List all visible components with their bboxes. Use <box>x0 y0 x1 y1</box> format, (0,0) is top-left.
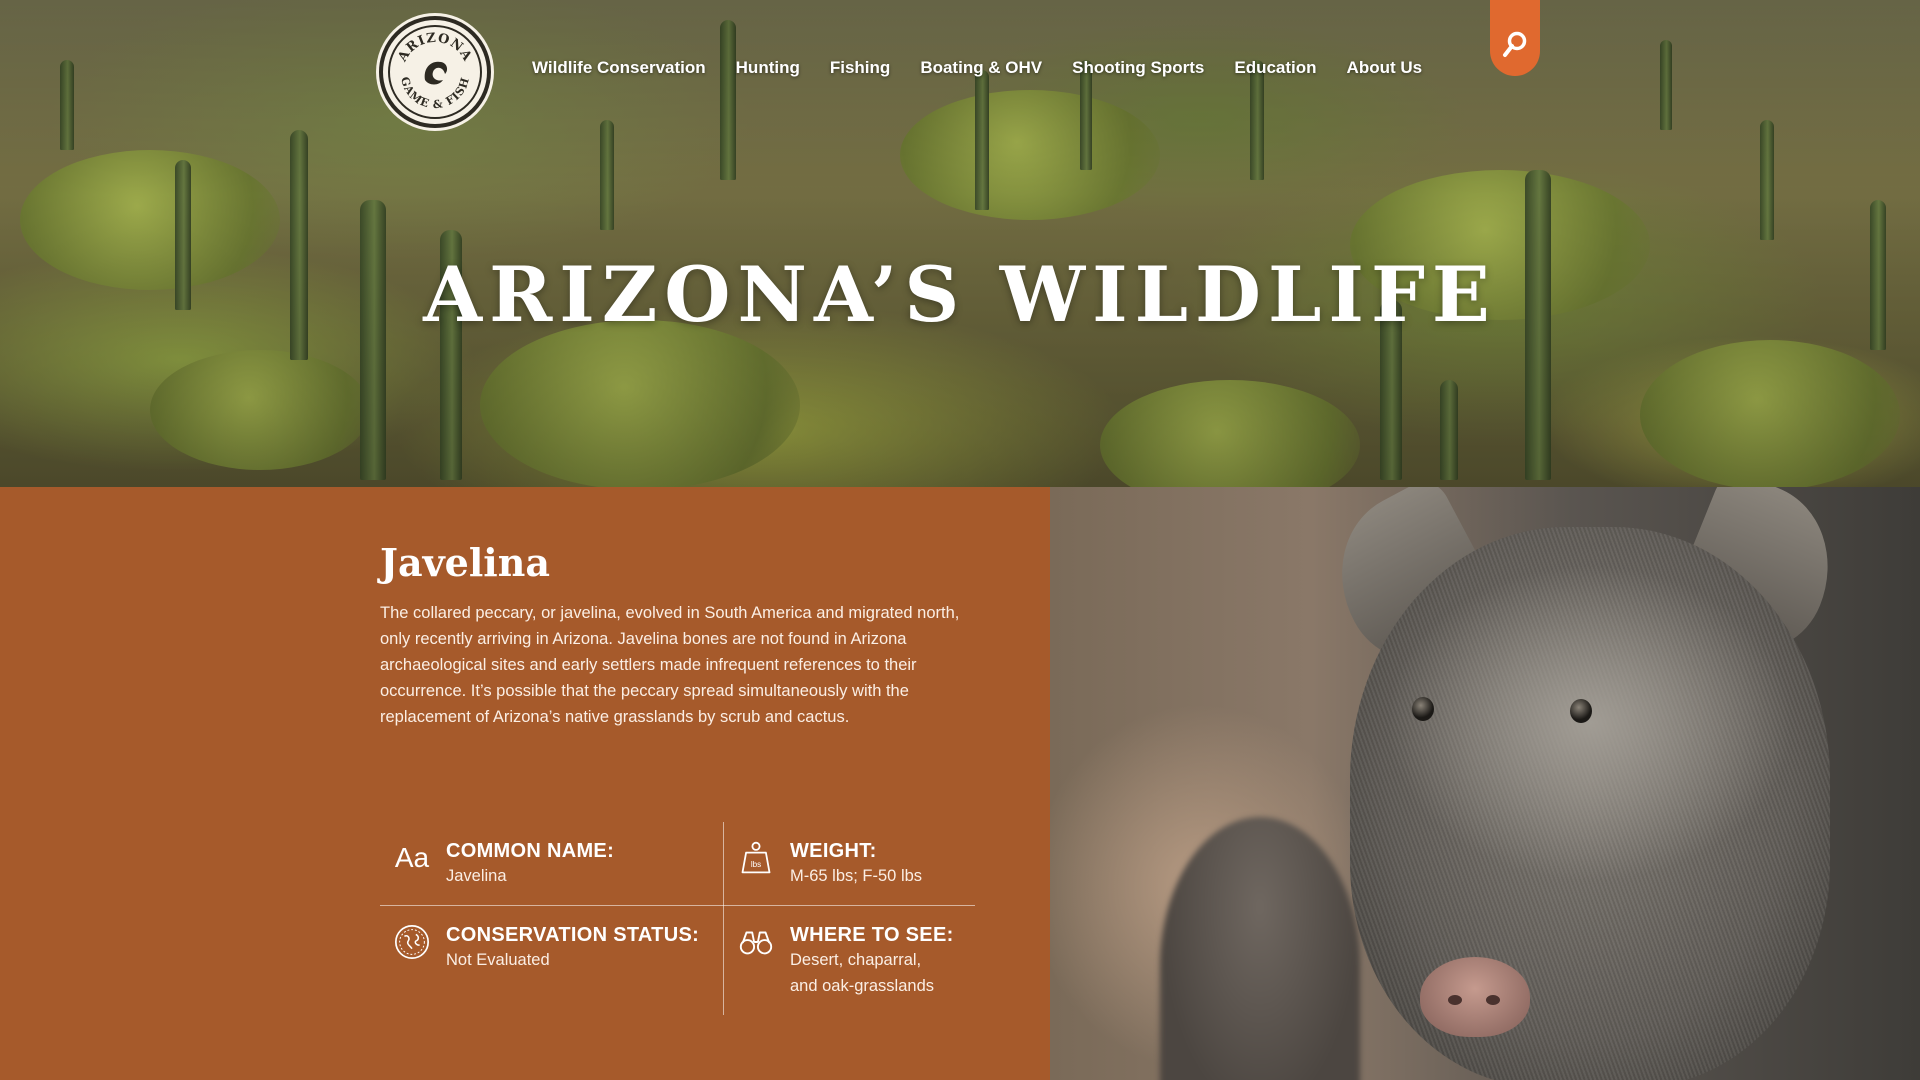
fact-value-conservation-status: Not Evaluated <box>446 951 550 969</box>
globe-icon <box>392 922 432 962</box>
species-facts-grid: Aa COMMON NAME: Javelina lbs WEIGHT: M-6… <box>380 822 975 1015</box>
text-aa-icon: Aa <box>394 842 430 873</box>
agfd-logo[interactable]: ARIZONA GAME & FISH <box>379 16 491 128</box>
nav-hunting[interactable]: Hunting <box>736 58 800 78</box>
facts-divider-vertical <box>723 822 724 1015</box>
fact-label-conservation-status: CONSERVATION STATUS: <box>446 924 700 946</box>
logo-emblem-icon: ARIZONA GAME & FISH <box>388 25 482 119</box>
nav-education[interactable]: Education <box>1234 58 1316 78</box>
javelina-photo <box>1050 487 1920 1080</box>
search-button[interactable] <box>1490 0 1540 76</box>
javelina-snout <box>1420 957 1530 1037</box>
nav-boating-ohv[interactable]: Boating & OHV <box>920 58 1042 78</box>
weight-icon: lbs <box>736 838 776 878</box>
fact-where-to-see: WHERE TO SEE: Desert, chaparral, and oak… <box>736 906 954 999</box>
fact-common-name: Aa COMMON NAME: Javelina <box>392 822 614 889</box>
fact-value-where-to-see-line2: and oak-grasslands <box>790 977 935 995</box>
fact-label-weight: WEIGHT: <box>790 840 877 862</box>
svg-text:lbs: lbs <box>751 860 761 869</box>
search-icon <box>1503 31 1527 57</box>
page-title: ARIZONA’S WILDLIFE <box>423 250 1497 339</box>
fact-conservation-status: CONSERVATION STATUS: Not Evaluated <box>392 906 699 973</box>
binoculars-icon <box>736 922 776 962</box>
hero-banner: ARIZONA GAME & FISH Wildlife Conservatio… <box>0 0 1920 487</box>
fact-label-where-to-see: WHERE TO SEE: <box>790 924 954 946</box>
nav-shooting-sports[interactable]: Shooting Sports <box>1072 58 1204 78</box>
main-navigation: Wildlife Conservation Hunting Fishing Bo… <box>532 58 1452 78</box>
fact-value-where-to-see-line1: Desert, chaparral, <box>790 951 922 969</box>
species-description: The collared peccary, or javelina, evolv… <box>380 604 960 726</box>
nav-about-us[interactable]: About Us <box>1347 58 1423 78</box>
species-name: Javelina <box>380 540 550 585</box>
fact-weight: lbs WEIGHT: M-65 lbs; F-50 lbs <box>736 822 922 889</box>
javelina-eye-right <box>1570 699 1592 723</box>
nav-fishing[interactable]: Fishing <box>830 58 890 78</box>
javelina-eye-left <box>1412 697 1434 721</box>
nav-wildlife-conservation[interactable]: Wildlife Conservation <box>532 58 706 78</box>
fact-label-common-name: COMMON NAME: <box>446 840 615 862</box>
javelina-piglet <box>1160 817 1360 1080</box>
fact-value-common-name: Javelina <box>446 867 507 885</box>
fact-value-weight: M-65 lbs; F-50 lbs <box>790 867 923 885</box>
